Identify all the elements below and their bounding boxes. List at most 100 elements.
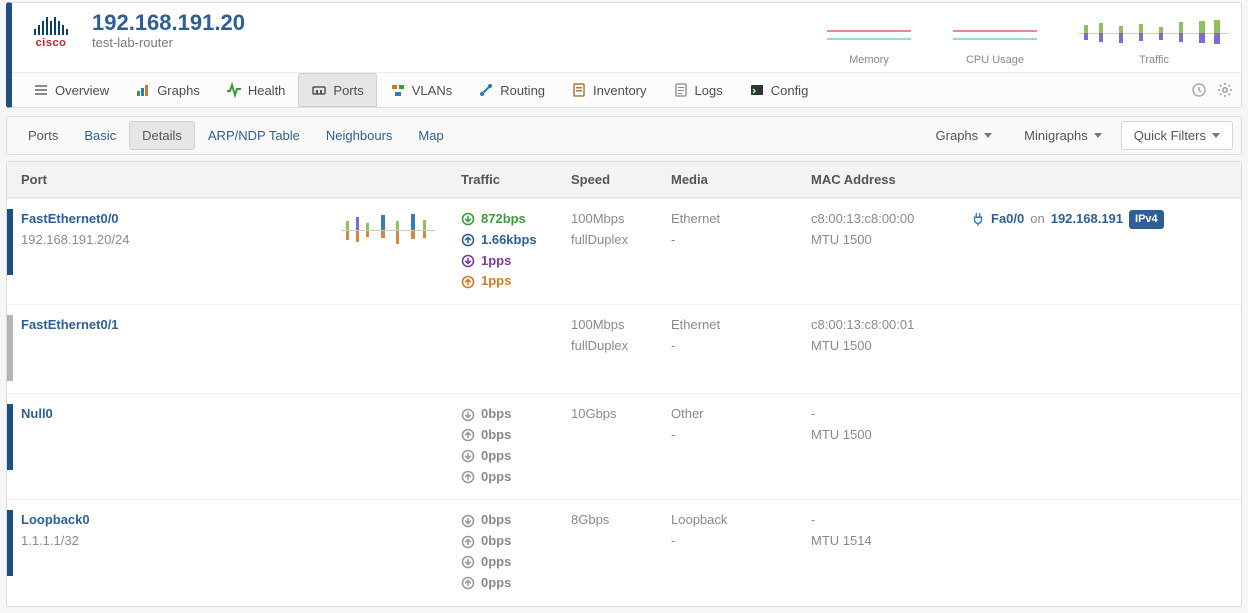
traffic-value: 0bps [481, 531, 511, 552]
arrow-circle-icon [461, 233, 475, 247]
tab-overview[interactable]: Overview [20, 73, 122, 107]
tab-logs[interactable]: Logs [660, 73, 736, 107]
traffic-value: 0bps [481, 510, 511, 531]
mac-cell: -MTU 1500 [803, 404, 963, 446]
arrow-circle-icon [461, 449, 475, 463]
arrow-circle-icon [461, 514, 475, 528]
tab-inventory[interactable]: Inventory [558, 73, 659, 107]
traffic-cell: 0bps 0bps 0pps 0pps [453, 510, 563, 593]
plug-icon [971, 212, 985, 226]
subtab-basic[interactable]: Basic [71, 121, 129, 150]
speed-cell: 8Gbps [563, 510, 663, 531]
device-hostname: test-lab-router [92, 35, 245, 50]
tab-config[interactable]: Config [736, 73, 822, 107]
chevron-down-icon [1094, 133, 1102, 138]
arrow-circle-icon [461, 470, 475, 484]
port-link[interactable]: Null0 [21, 406, 53, 421]
logs-icon [673, 82, 689, 98]
subtab-neighbours[interactable]: Neighbours [313, 121, 406, 150]
speed-cell: 100MbpsfullDuplex [563, 209, 663, 251]
col-traffic[interactable]: Traffic [453, 172, 563, 187]
gear-icon[interactable] [1217, 82, 1233, 98]
port-subtabs: Ports Basic Details ARP/NDP Table Neighb… [6, 116, 1242, 155]
device-ip[interactable]: 192.168.191.20 [92, 11, 245, 35]
vlan-icon [390, 82, 406, 98]
table-header: Port Traffic Speed Media MAC Address [7, 162, 1241, 198]
traffic-value: 1pps [481, 271, 511, 292]
col-mac[interactable]: MAC Address [803, 172, 963, 187]
port-sparkline-icon [341, 209, 435, 253]
arrow-circle-icon [461, 576, 475, 590]
tab-routing[interactable]: Routing [465, 73, 558, 107]
arrow-circle-icon [461, 408, 475, 422]
table-row: Loopback0 1.1.1.1/32 0bps 0bps 0pps 0pps… [7, 499, 1241, 605]
tab-graphs[interactable]: Graphs [122, 73, 213, 107]
neighbor-target[interactable]: 192.168.191 [1051, 209, 1123, 230]
speed-cell: 10Gbps [563, 404, 663, 425]
traffic-value: 1.66kbps [481, 230, 537, 251]
inventory-icon [571, 82, 587, 98]
traffic-value: 0pps [481, 552, 511, 573]
ipv4-badge: IPv4 [1129, 210, 1164, 230]
col-media[interactable]: Media [663, 172, 803, 187]
port-link[interactable]: Loopback0 [21, 512, 90, 527]
graphs-dropdown[interactable]: Graphs [923, 121, 1006, 150]
routing-icon [478, 82, 494, 98]
col-port[interactable]: Port [13, 172, 333, 187]
traffic-value: 1pps [481, 251, 511, 272]
subtab-arp[interactable]: ARP/NDP Table [195, 121, 313, 150]
arrow-circle-icon [461, 212, 475, 226]
traffic-cell: 872bps 1.66kbps 1pps 1pps [453, 209, 563, 292]
traffic-value: 0pps [481, 467, 511, 488]
list-icon [33, 82, 49, 98]
port-minigraph[interactable] [333, 209, 453, 260]
subtab-ports[interactable]: Ports [15, 121, 71, 150]
arrow-circle-icon [461, 535, 475, 549]
neighbor-on: on [1030, 209, 1044, 230]
vendor-label: cisco [36, 37, 67, 49]
media-cell: Other- [663, 404, 803, 446]
minigraphs-dropdown[interactable]: Minigraphs [1011, 121, 1115, 150]
port-icon [311, 82, 327, 98]
table-row: Null0 0bps 0bps 0pps 0pps 10Gbps Other- … [7, 393, 1241, 499]
chevron-down-icon [1212, 133, 1220, 138]
spark-label: Traffic [1079, 54, 1229, 66]
terminal-icon [749, 82, 765, 98]
device-header-panel: cisco 192.168.191.20 test-lab-router Mem… [6, 2, 1242, 108]
extra-cell: Fa0/0 on 192.168.191 IPv4 [963, 209, 1241, 230]
quick-filters-dropdown[interactable]: Quick Filters [1121, 121, 1233, 150]
tab-ports[interactable]: Ports [298, 73, 376, 107]
vendor-logo: cisco [24, 11, 78, 55]
ports-table: Port Traffic Speed Media MAC Address Fas… [6, 161, 1242, 607]
traffic-value: 0bps [481, 404, 511, 425]
device-tabs: Overview Graphs Health Ports VLANs Routi… [12, 72, 1241, 107]
media-cell: Ethernet- [663, 315, 803, 357]
port-address: 192.168.191.20/24 [21, 230, 325, 251]
port-link[interactable]: FastEthernet0/0 [21, 211, 119, 226]
neighbor-iface[interactable]: Fa0/0 [991, 209, 1024, 230]
spark-memory[interactable]: Memory [827, 20, 911, 66]
speed-cell: 100MbpsfullDuplex [563, 315, 663, 357]
pulse-icon [226, 82, 242, 98]
spark-label: Memory [827, 54, 911, 66]
traffic-sparkline-icon [1079, 17, 1229, 51]
spark-traffic[interactable]: Traffic [1079, 17, 1229, 66]
table-row: FastEthernet0/1 100MbpsfullDuplex Ethern… [7, 304, 1241, 393]
arrow-circle-icon [461, 555, 475, 569]
arrow-circle-icon [461, 428, 475, 442]
table-row: FastEthernet0/0 192.168.191.20/24 872bps… [7, 198, 1241, 304]
port-link[interactable]: FastEthernet0/1 [21, 317, 119, 332]
traffic-value: 0bps [481, 425, 511, 446]
tab-health[interactable]: Health [213, 73, 299, 107]
arrow-circle-icon [461, 275, 475, 289]
col-speed[interactable]: Speed [563, 172, 663, 187]
mac-cell: c8:00:13:c8:00:01MTU 1500 [803, 315, 963, 357]
spark-cpu[interactable]: CPU Usage [953, 20, 1037, 66]
traffic-value: 872bps [481, 209, 526, 230]
subtab-map[interactable]: Map [405, 121, 456, 150]
refresh-icon[interactable] [1191, 82, 1207, 98]
mac-cell: -MTU 1514 [803, 510, 963, 552]
traffic-value: 0pps [481, 573, 511, 594]
tab-vlans[interactable]: VLANs [377, 73, 465, 107]
subtab-details[interactable]: Details [129, 121, 195, 150]
